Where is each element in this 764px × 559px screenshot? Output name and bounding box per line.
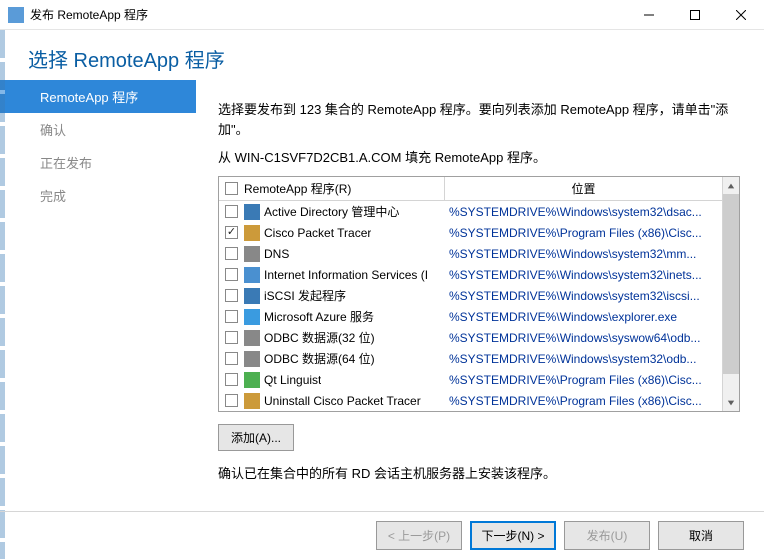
app-item-name: ODBC 数据源(32 位)	[264, 329, 375, 346]
row-checkbox[interactable]	[225, 247, 238, 260]
wizard-steps: RemoteApp 程序确认正在发布完成	[0, 30, 196, 510]
row-checkbox[interactable]	[225, 226, 238, 239]
scroll-track[interactable]	[723, 194, 739, 394]
app-item-icon	[244, 204, 260, 220]
app-item-name: Microsoft Azure 服务	[264, 308, 374, 325]
list-item[interactable]: Internet Information Services (I %SYSTEMD…	[219, 264, 722, 285]
description-1: 选择要发布到 123 集合的 RemoteApp 程序。要向列表添加 Remot…	[218, 100, 744, 139]
app-item-name: iSCSI 发起程序	[264, 287, 346, 304]
wizard-step-3[interactable]: 完成	[0, 179, 196, 212]
wizard-step-2[interactable]: 正在发布	[0, 146, 196, 179]
scroll-up-button[interactable]	[723, 177, 739, 194]
row-checkbox[interactable]	[225, 352, 238, 365]
app-item-location: %SYSTEMDRIVE%\Windows\system32\mm...	[445, 247, 722, 261]
app-item-location: %SYSTEMDRIVE%\Windows\system32\inets...	[445, 268, 722, 282]
list-item[interactable]: iSCSI 发起程序 %SYSTEMDRIVE%\Windows\system32…	[219, 285, 722, 306]
row-checkbox[interactable]	[225, 394, 238, 407]
list-item[interactable]: Qt Linguist %SYSTEMDRIVE%\Program Files (…	[219, 369, 722, 390]
cancel-button[interactable]: 取消	[658, 521, 744, 550]
list-item[interactable]: ODBC 数据源(64 位) %SYSTEMDRIVE%\Windows\syst…	[219, 348, 722, 369]
close-button[interactable]	[718, 0, 764, 30]
app-item-location: %SYSTEMDRIVE%\Windows\explorer.exe	[445, 310, 722, 324]
list-header: RemoteApp 程序(R) 位置	[219, 177, 722, 201]
app-item-location: %SYSTEMDRIVE%\Program Files (x86)\Cisc..…	[445, 394, 722, 408]
row-checkbox[interactable]	[225, 205, 238, 218]
app-item-icon	[244, 225, 260, 241]
description-2: 从 WIN-C1SVF7D2CB1.A.COM 填充 RemoteApp 程序。	[218, 147, 744, 166]
window-title: 发布 RemoteApp 程序	[30, 6, 626, 23]
row-checkbox[interactable]	[225, 310, 238, 323]
app-item-name: Uninstall Cisco Packet Tracer	[264, 394, 421, 408]
footer: < 上一步(P) 下一步(N) > 发布(U) 取消	[0, 511, 764, 559]
column-header-name[interactable]: RemoteApp 程序(R)	[219, 177, 445, 200]
wizard-step-1[interactable]: 确认	[0, 113, 196, 146]
list-item[interactable]: DNS %SYSTEMDRIVE%\Windows\system32\mm...	[219, 243, 722, 264]
page-heading: 选择 RemoteApp 程序	[0, 30, 225, 73]
install-note: 确认已在集合中的所有 RD 会话主机服务器上安装该程序。	[218, 463, 744, 482]
next-button[interactable]: 下一步(N) >	[470, 521, 556, 550]
app-item-location: %SYSTEMDRIVE%\Program Files (x86)\Cisc..…	[445, 373, 722, 387]
app-item-location: %SYSTEMDRIVE%\Windows\system32\dsac...	[445, 205, 722, 219]
column-header-name-label: RemoteApp 程序(R)	[244, 180, 351, 197]
row-checkbox[interactable]	[225, 373, 238, 386]
row-checkbox[interactable]	[225, 289, 238, 302]
column-header-location[interactable]: 位置	[445, 177, 722, 200]
publish-button[interactable]: 发布(U)	[564, 521, 650, 550]
app-item-location: %SYSTEMDRIVE%\Windows\system32\odb...	[445, 352, 722, 366]
app-item-icon	[244, 351, 260, 367]
row-checkbox[interactable]	[225, 268, 238, 281]
prev-button[interactable]: < 上一步(P)	[376, 521, 462, 550]
app-item-icon	[244, 267, 260, 283]
app-list: RemoteApp 程序(R) 位置 Active Directory 管理中心…	[218, 176, 740, 412]
row-checkbox[interactable]	[225, 331, 238, 344]
app-item-location: %SYSTEMDRIVE%\Windows\system32\iscsi...	[445, 289, 722, 303]
app-item-name: Qt Linguist	[264, 373, 321, 387]
app-item-location: %SYSTEMDRIVE%\Windows\syswow64\odb...	[445, 331, 722, 345]
list-item[interactable]: Uninstall Cisco Packet Tracer %SYSTEMDRIV…	[219, 390, 722, 411]
app-item-icon	[244, 288, 260, 304]
app-item-location: %SYSTEMDRIVE%\Program Files (x86)\Cisc..…	[445, 226, 722, 240]
window-controls	[626, 0, 764, 30]
minimize-button[interactable]	[626, 0, 672, 30]
app-item-name: Cisco Packet Tracer	[264, 226, 371, 240]
scroll-down-button[interactable]	[723, 394, 739, 411]
vertical-scrollbar[interactable]	[722, 177, 739, 411]
select-all-checkbox[interactable]	[225, 182, 238, 195]
app-item-icon	[244, 330, 260, 346]
wizard-step-0[interactable]: RemoteApp 程序	[0, 80, 196, 113]
content-pane: 选择要发布到 123 集合的 RemoteApp 程序。要向列表添加 Remot…	[196, 30, 764, 510]
app-item-name: Active Directory 管理中心	[264, 203, 399, 220]
app-item-name: Internet Information Services (I	[264, 268, 428, 282]
window-left-accent	[0, 30, 5, 559]
list-item[interactable]: ODBC 数据源(32 位) %SYSTEMDRIVE%\Windows\sysw…	[219, 327, 722, 348]
app-item-icon	[244, 372, 260, 388]
maximize-button[interactable]	[672, 0, 718, 30]
list-item[interactable]: Cisco Packet Tracer %SYSTEMDRIVE%\Program…	[219, 222, 722, 243]
list-item[interactable]: Active Directory 管理中心 %SYSTEMDRIVE%\Windo…	[219, 201, 722, 222]
app-item-icon	[244, 309, 260, 325]
app-item-name: ODBC 数据源(64 位)	[264, 350, 375, 367]
add-button[interactable]: 添加(A)...	[218, 424, 294, 451]
list-item[interactable]: Microsoft Azure 服务 %SYSTEMDRIVE%\Windows\…	[219, 306, 722, 327]
app-icon	[8, 7, 24, 23]
app-item-name: DNS	[264, 247, 289, 261]
titlebar: 发布 RemoteApp 程序	[0, 0, 764, 30]
scroll-thumb[interactable]	[723, 194, 739, 374]
app-item-icon	[244, 246, 260, 262]
main-area: RemoteApp 程序确认正在发布完成 选择要发布到 123 集合的 Remo…	[0, 30, 764, 510]
app-item-icon	[244, 393, 260, 409]
